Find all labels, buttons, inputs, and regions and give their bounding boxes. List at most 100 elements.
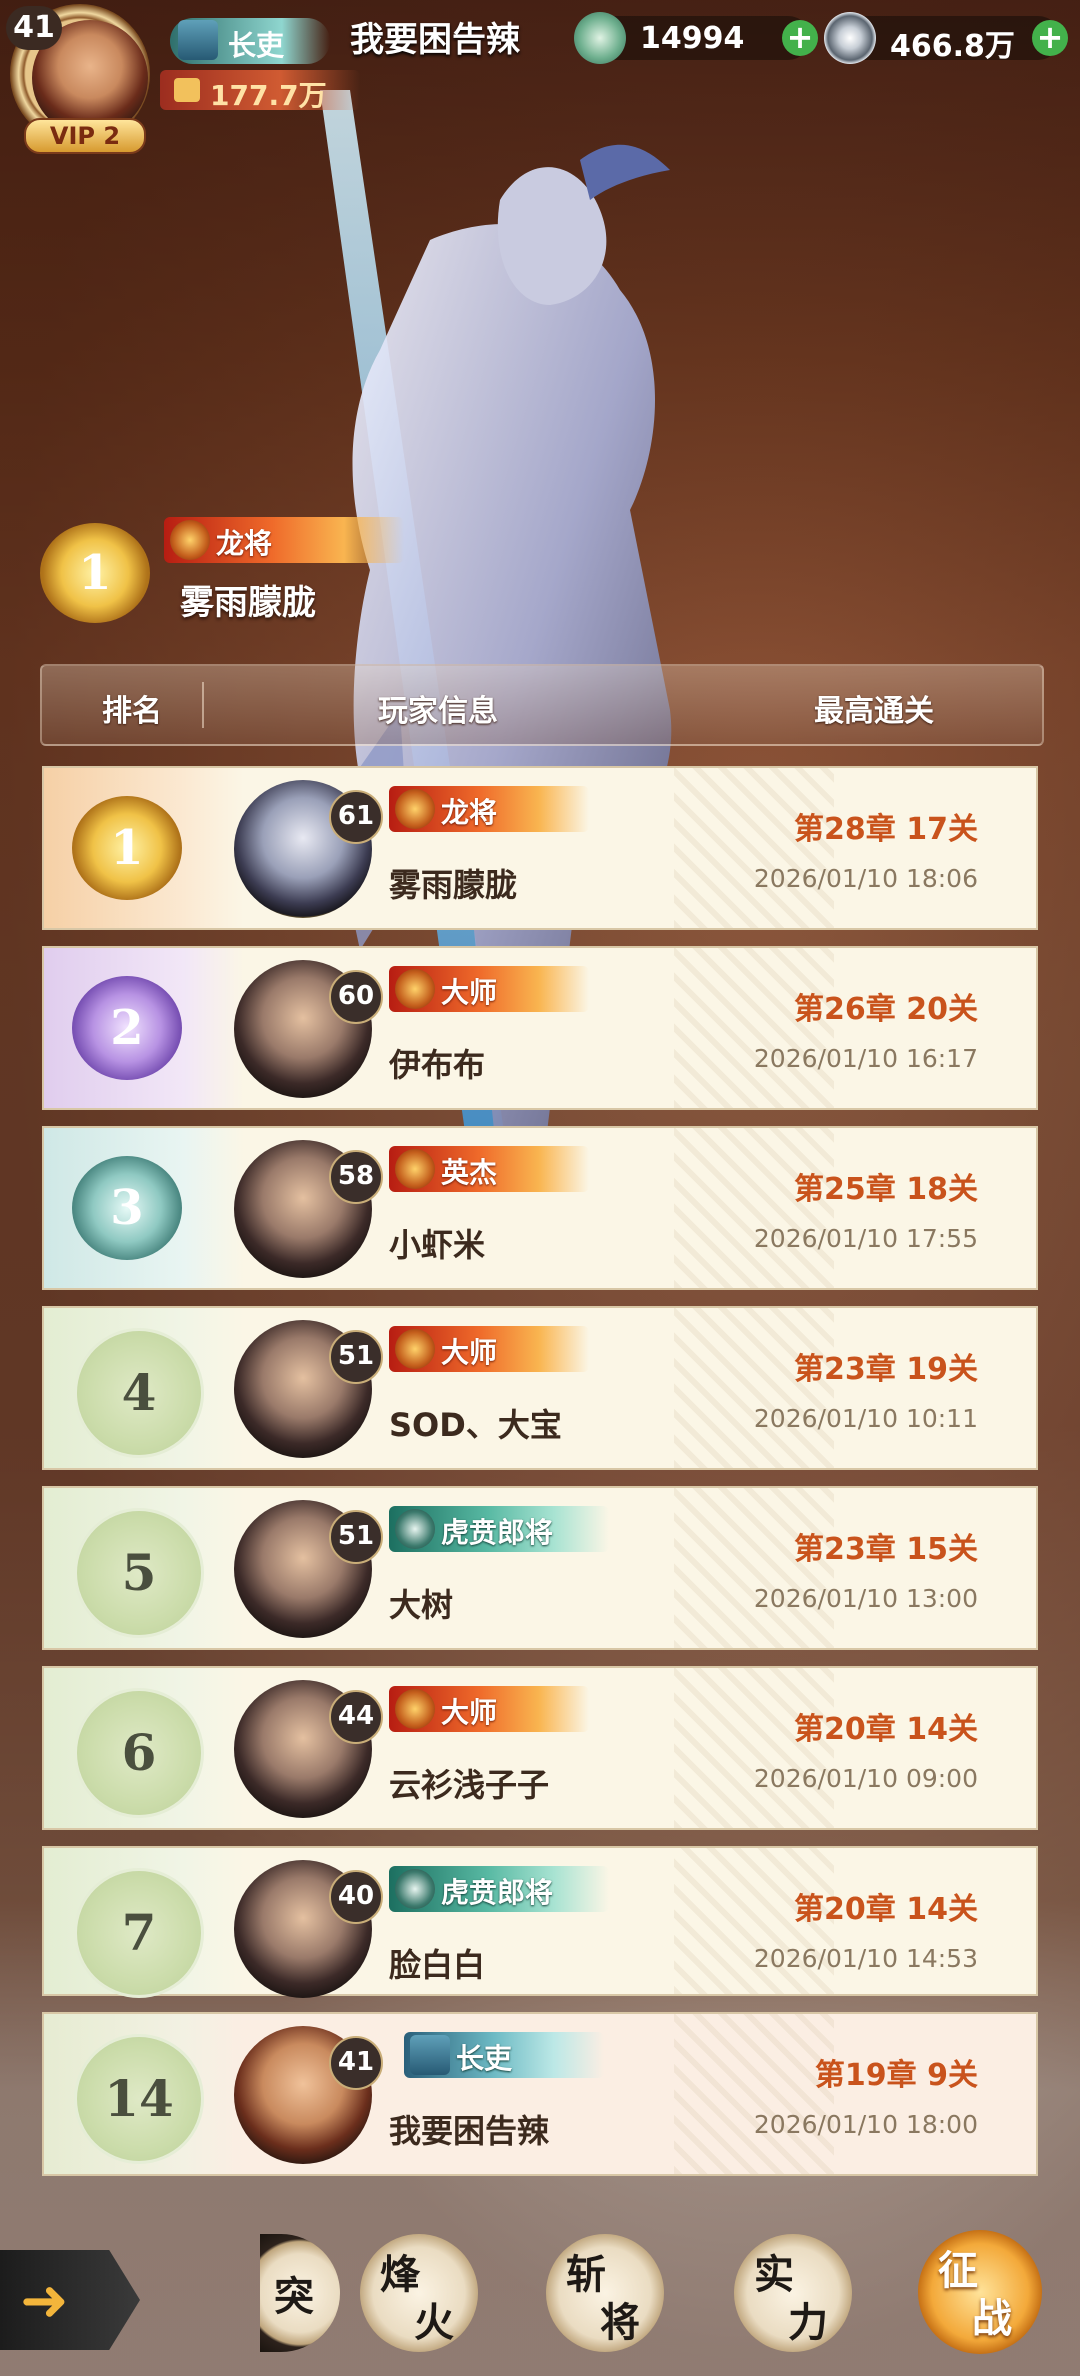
nav-beacon-button[interactable]: 烽 火: [360, 2234, 478, 2352]
dragon-title-icon: [395, 969, 435, 1009]
title-chip: 长吏: [404, 2032, 604, 2078]
row-decoration: [674, 948, 834, 1108]
nav-slay-button[interactable]: 斩 将: [546, 2234, 664, 2352]
table-row[interactable]: 5 51 虎贲郎将 大树 第23章 15关 2026/01/10 13:00: [42, 1486, 1038, 1650]
avatar-level: 61: [329, 790, 383, 844]
clear-date: 2026/01/10 17:55: [753, 1224, 978, 1253]
player-name: 大树: [389, 1586, 454, 1624]
row-rank: 3: [110, 1180, 144, 1236]
dragon-title-icon: [395, 1689, 435, 1729]
title-text: 大师: [441, 1696, 498, 1729]
title-chip: 龙将: [389, 786, 589, 832]
vip-badge[interactable]: VIP 2: [24, 118, 146, 154]
self-row[interactable]: 14 41 长吏 我要困告辣 第19章 9关 2026/01/10 18:00: [42, 2012, 1038, 2176]
title-text: 虎贲郎将: [441, 1876, 554, 1909]
title-text: 大师: [441, 976, 498, 1009]
jade-value: 14994: [640, 21, 745, 56]
helmet-title-icon: [395, 1509, 435, 1549]
title-text: 龙将: [441, 796, 498, 829]
featured-player-name: 雾雨朦胧: [180, 583, 316, 623]
top-bar: 41 VIP 2 长吏 我要困告辣 177.7万 14994 + 466.8万 …: [0, 0, 1080, 154]
title-chip: 虎贲郎将: [389, 1506, 609, 1552]
player-name: SOD、大宝: [389, 1406, 562, 1444]
header-divider: [202, 682, 204, 728]
best-stage: 第28章 17关: [794, 812, 978, 847]
gold-rank-medal: 1: [40, 523, 150, 623]
coin-add-button[interactable]: +: [1032, 20, 1068, 56]
back-button[interactable]: ➜: [0, 2250, 140, 2350]
featured-title-text: 龙将: [216, 527, 273, 560]
row-rank: 2: [110, 1000, 144, 1056]
best-stage: 第23章 19关: [794, 1352, 978, 1387]
best-stage: 第20章 14关: [794, 1712, 978, 1747]
table-row[interactable]: 6 44 大师 云衫浅子子 第20章 14关 2026/01/10 09:00: [42, 1666, 1038, 1830]
nav-power-label-2: 力: [788, 2299, 828, 2346]
clear-date: 2026/01/10 13:00: [753, 1584, 978, 1613]
nav-beacon-label-2: 火: [414, 2299, 454, 2346]
avatar-level: 60: [329, 970, 383, 1024]
player-name: 脸白白: [389, 1946, 486, 1984]
table-row[interactable]: 2 60 大师 伊布布 第26章 20关 2026/01/10 16:17: [42, 946, 1038, 1110]
best-stage: 第19章 9关: [814, 2058, 978, 2093]
avatar-level: 44: [329, 1690, 383, 1744]
row-decoration: [674, 1128, 834, 1288]
player-rank-title-text: 长吏: [228, 29, 285, 62]
featured-top-player: 1 龙将 雾雨朦胧: [40, 515, 404, 625]
rank-circle: 7: [74, 1868, 204, 1998]
clear-date: 2026/01/10 16:17: [753, 1044, 978, 1073]
best-stage: 第25章 18关: [794, 1172, 978, 1207]
rank-circle: 6: [74, 1688, 204, 1818]
coin-value: 466.8万: [890, 29, 1015, 64]
featured-title-chip: 龙将: [164, 517, 404, 563]
avatar-level: 40: [329, 1870, 383, 1924]
avatar-level: 41: [329, 2036, 383, 2090]
gold-rank-medal: 1: [72, 796, 182, 900]
nav-power-button[interactable]: 实 力: [734, 2234, 852, 2352]
avatar-level: 51: [329, 1510, 383, 1564]
row-decoration: [674, 768, 834, 928]
helmet-title-icon: [395, 1869, 435, 1909]
row-rank: 5: [121, 1543, 157, 1602]
row-decoration: [674, 2014, 834, 2174]
dragon-title-icon: [395, 1149, 435, 1189]
nav-campaign-button[interactable]: 征 战: [918, 2230, 1042, 2354]
player-rank-title: 长吏: [170, 18, 330, 64]
table-row[interactable]: 7 40 虎贲郎将 脸白白 第20章 14关 2026/01/10 14:53: [42, 1846, 1038, 1998]
title-text: 长吏: [456, 2042, 513, 2075]
header-player-info: 玩家信息: [378, 694, 498, 729]
title-chip: 大师: [389, 1686, 589, 1732]
table-row[interactable]: 3 58 英杰 小虾米 第25章 18关 2026/01/10 17:55: [42, 1126, 1038, 1290]
rank-circle: 14: [74, 2034, 204, 2164]
title-chip: 大师: [389, 1326, 589, 1372]
player-name: 雾雨朦胧: [389, 866, 518, 904]
dragon-title-icon: [395, 1329, 435, 1369]
featured-rank: 1: [78, 545, 112, 601]
nav-campaign-label-2: 战: [972, 2295, 1012, 2342]
title-chip: 大师: [389, 966, 589, 1012]
row-rank: 4: [121, 1363, 157, 1422]
jade-add-button[interactable]: +: [782, 20, 818, 56]
player-level-badge: 41: [6, 6, 62, 50]
title-chip: 英杰: [389, 1146, 589, 1192]
fist-icon: [174, 78, 200, 102]
self-rank: 14: [104, 2069, 174, 2128]
table-row[interactable]: 4 51 大师 SOD、大宝 第23章 19关 2026/01/10 10:11: [42, 1306, 1038, 1470]
player-name: 伊布布: [389, 1046, 486, 1084]
table-row[interactable]: 1 61 龙将 雾雨朦胧 第28章 17关 2026/01/10 18:06: [42, 766, 1038, 930]
nav-slay-label-2: 将: [600, 2299, 640, 2346]
clear-date: 2026/01/10 18:06: [753, 864, 978, 893]
teal-rank-medal: 3: [72, 1156, 182, 1260]
nav-partial-button[interactable]: 突: [260, 2234, 340, 2352]
rank-scroll-icon: [178, 20, 218, 60]
row-rank: 6: [121, 1723, 157, 1782]
rank-circle: 4: [74, 1328, 204, 1458]
clear-date: 2026/01/10 14:53: [753, 1944, 978, 1973]
purple-rank-medal: 2: [72, 976, 182, 1080]
clear-date: 2026/01/10 09:00: [753, 1764, 978, 1793]
title-text: 大师: [441, 1336, 498, 1369]
clear-date: 2026/01/10 10:11: [753, 1404, 978, 1433]
jade-coin-icon: [574, 12, 626, 64]
player-name: 小虾米: [389, 1226, 486, 1264]
coin-resource: 466.8万 +: [824, 12, 1068, 64]
jade-resource: 14994 +: [574, 12, 818, 64]
